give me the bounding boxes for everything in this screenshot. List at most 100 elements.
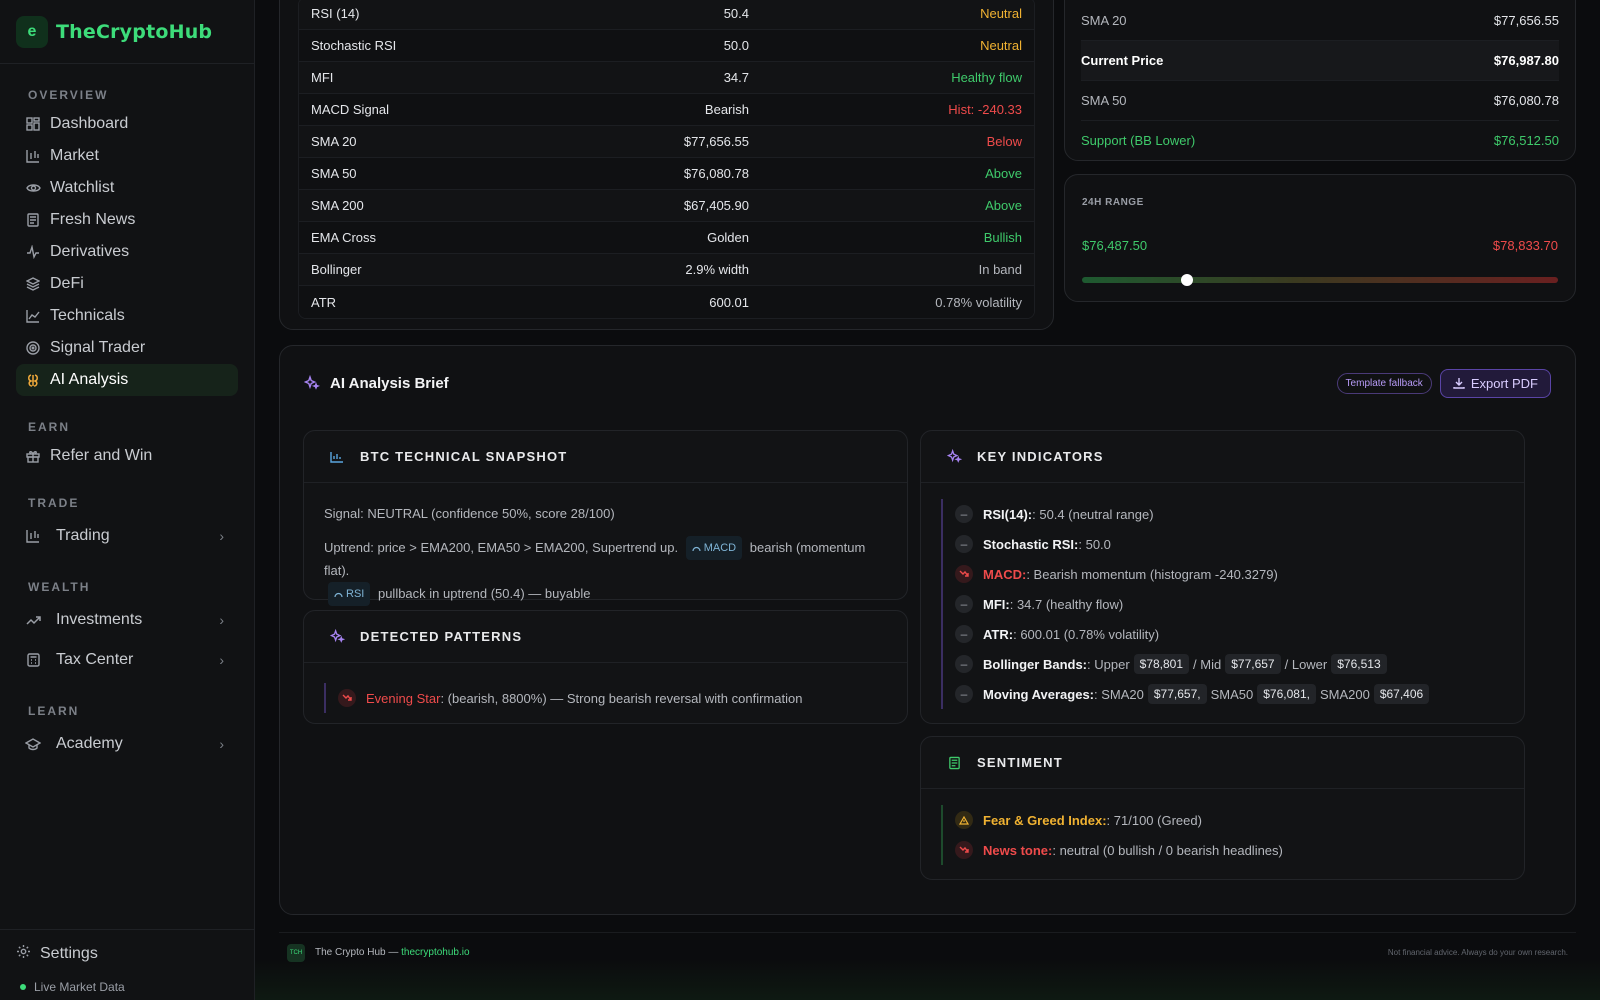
sidebar-group-investments[interactable]: Investments › xyxy=(16,600,238,640)
sidebar-group-label: Trading xyxy=(56,527,110,544)
indicator-key: RSI(14): xyxy=(983,506,1033,522)
panel-header: SENTIMENT xyxy=(921,737,1524,789)
panel-header: DETECTED PATTERNS xyxy=(304,611,907,663)
indicator-row: EMA Cross Golden Bullish xyxy=(299,222,1034,254)
sidebar-item-label: Derivatives xyxy=(50,243,130,260)
indicator-name: MACD Signal xyxy=(311,102,390,117)
indicator-name: ATR xyxy=(311,294,337,310)
indicator-value: : 50.0 xyxy=(1078,536,1111,552)
sidebar-item-defi[interactable]: DeFi xyxy=(16,268,238,300)
indicator-key: Moving Averages: xyxy=(983,686,1095,702)
panel-title: BTC TECHNICAL SNAPSHOT xyxy=(360,449,568,464)
indicator-row: Bollinger 2.9% width In band xyxy=(299,254,1034,286)
level-value: $77,656.55 xyxy=(1493,13,1559,28)
footer-link[interactable]: thecryptohub.io xyxy=(401,947,469,958)
sidebar-group-label: Tax Center xyxy=(56,651,134,668)
trend-down-icon xyxy=(955,565,973,583)
sidebar-item-refer[interactable]: Refer and Win xyxy=(16,440,238,472)
live-label: Live Market Data xyxy=(34,980,125,994)
indicator-status: Above xyxy=(985,198,1022,213)
sidebar-item-label: Technicals xyxy=(50,307,125,324)
indicator-name: RSI (14) xyxy=(311,6,360,21)
footer-text: The Crypto Hub — thecryptohub.io xyxy=(315,947,1388,958)
sidebar-group-tax-center[interactable]: Tax Center › xyxy=(16,640,238,680)
sidebar-item-fresh-news[interactable]: Fresh News xyxy=(16,204,238,236)
warning-icon xyxy=(955,811,973,829)
ai-analysis-card: AI Analysis Brief Template fallback Expo… xyxy=(279,345,1576,915)
sidebar-item-technicals[interactable]: Technicals xyxy=(16,300,238,332)
indicator-label: / Mid xyxy=(1193,656,1222,672)
minus-icon: – xyxy=(955,625,973,643)
settings-button[interactable]: Settings xyxy=(16,942,239,966)
pattern-name: Evening Star xyxy=(366,690,441,706)
indicator-value: : 600.01 (0.78% volatility) xyxy=(1013,626,1160,642)
layers-icon xyxy=(24,275,42,293)
sentiment-value: : neutral (0 bullish / 0 bearish headlin… xyxy=(1052,842,1283,858)
sidebar-item-watchlist[interactable]: Watchlist xyxy=(16,172,238,204)
indicator-key: Stochastic RSI: xyxy=(983,536,1079,552)
sidebar-item-market[interactable]: Market xyxy=(16,140,238,172)
btc-snapshot-panel: BTC TECHNICAL SNAPSHOT Signal: NEUTRAL (… xyxy=(303,430,908,606)
key-indicator-rsi: – RSI(14):: 50.4 (neutral range) xyxy=(955,499,1524,529)
brand[interactable]: e TheCryptoHub xyxy=(0,0,254,64)
indicator-value: $76,080.78 xyxy=(683,166,749,181)
live-dot-icon xyxy=(20,984,26,990)
gauge-icon xyxy=(334,590,343,598)
sidebar-item-label: Signal Trader xyxy=(50,339,146,356)
key-indicators-panel: KEY INDICATORS – RSI(14):: 50.4 (neutral… xyxy=(920,430,1525,724)
indicator-status: Below xyxy=(986,134,1022,149)
chevron-right-icon: › xyxy=(219,652,224,668)
indicator-status: Neutral xyxy=(980,6,1022,21)
key-indicator-moving-averages: – Moving Averages:: SMA20 $77,657, SMA50… xyxy=(955,679,1524,709)
sentiment-news-tone: News tone:: neutral (0 bullish / 0 beari… xyxy=(955,835,1524,865)
indicators-table: RSI (14) 50.4 Neutral Stochastic RSI 50.0 Neu… xyxy=(298,0,1035,319)
snapshot-line1a: Uptrend: price > EMA200, EMA50 > EMA200,… xyxy=(324,540,679,555)
ai-header: AI Analysis Brief Template fallback Expo… xyxy=(304,368,1551,398)
sidebar-item-label: AI Analysis xyxy=(50,371,129,388)
minus-icon: – xyxy=(955,595,973,613)
nav-heading-trade: TRADE xyxy=(28,496,80,510)
sidebar-item-signal-trader[interactable]: Signal Trader xyxy=(16,332,238,364)
level-label: Support (BB Lower) xyxy=(1081,132,1196,148)
sidebar-group-academy[interactable]: Academy › xyxy=(16,724,238,764)
indicator-key: Bollinger Bands: xyxy=(983,656,1088,672)
indicator-key: ATR: xyxy=(983,626,1014,642)
sentiment-list: Fear & Greed Index:: 71/100 (Greed) News… xyxy=(941,805,1524,865)
chevron-right-icon: › xyxy=(219,612,224,628)
level-value: $76,080.78 xyxy=(1493,93,1559,108)
indicator-label: : SMA20 xyxy=(1094,686,1144,702)
export-pdf-button[interactable]: Export PDF xyxy=(1439,368,1551,398)
price-levels-card: SMA 20 $77,656.55 Current Price $76,987.… xyxy=(1064,0,1576,161)
minus-icon: – xyxy=(955,655,973,673)
line-chart-icon xyxy=(24,307,42,325)
indicator-row: SMA 20 $77,656.55 Below xyxy=(299,126,1034,158)
sidebar-item-derivatives[interactable]: Derivatives xyxy=(16,236,238,268)
indicator-value: : 34.7 (healthy flow) xyxy=(1009,596,1124,612)
level-value: $76,512.50 xyxy=(1493,132,1559,148)
value-chip: $77,657 xyxy=(1225,654,1281,674)
trend-up-icon xyxy=(24,611,42,629)
value-chip: $67,406 xyxy=(1373,684,1430,704)
brand-name: TheCryptoHub xyxy=(56,20,213,43)
footer-logo: TCH xyxy=(287,943,305,962)
indicator-label: SMA200 xyxy=(1319,686,1370,702)
level-label: Current Price xyxy=(1081,53,1164,68)
live-status: Live Market Data xyxy=(16,980,239,994)
minus-icon: – xyxy=(955,505,973,523)
range-track xyxy=(1082,274,1558,286)
sidebar-group-trading[interactable]: Trading › xyxy=(16,516,238,556)
gear-icon xyxy=(16,944,34,964)
target-icon xyxy=(24,339,42,357)
value-chip: $78,801 xyxy=(1133,654,1190,674)
sidebar-item-label: Fresh News xyxy=(50,211,136,228)
key-indicator-atr: – ATR:: 600.01 (0.78% volatility) xyxy=(955,619,1524,649)
template-fallback-badge[interactable]: Template fallback xyxy=(1336,372,1432,394)
sidebar-item-ai-analysis[interactable]: AI Analysis xyxy=(16,364,238,396)
indicator-value: $67,405.90 xyxy=(683,198,749,213)
indicator-value: : Bearish momentum (histogram -240.3279) xyxy=(1026,566,1278,582)
indicator-value: 50.4 xyxy=(723,6,749,21)
nav-learn: LEARN Academy › xyxy=(0,704,254,764)
sidebar-item-label: DeFi xyxy=(50,275,84,292)
sidebar-item-dashboard[interactable]: Dashboard xyxy=(16,108,238,140)
candles-icon xyxy=(24,147,42,165)
